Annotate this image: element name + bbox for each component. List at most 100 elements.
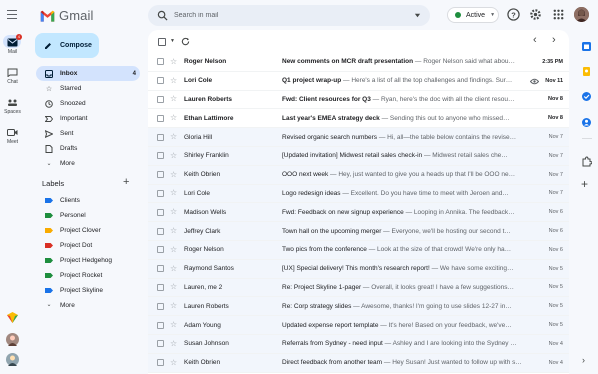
- status-selector[interactable]: Active ▼: [447, 7, 499, 23]
- row-checkbox[interactable]: [157, 114, 164, 122]
- star-toggle-icon[interactable]: ☆: [170, 208, 179, 216]
- star-toggle-icon[interactable]: ☆: [170, 189, 179, 197]
- mail-row[interactable]: ☆ Gloria Hill Revised organic search numbe…: [148, 128, 569, 147]
- mail-row[interactable]: ☆ Lauren Roberts Fwd: Client resources for…: [148, 90, 569, 110]
- rail-spaces[interactable]: Spaces: [0, 98, 25, 115]
- mail-row[interactable]: ☆ Raymond Santos [UX] Special delivery! Th…: [148, 259, 569, 279]
- rail-meet[interactable]: Meet: [0, 128, 25, 145]
- search-icon[interactable]: [157, 10, 168, 21]
- nav-more[interactable]: ⌄ More: [36, 156, 140, 171]
- row-checkbox[interactable]: [157, 227, 164, 235]
- star-toggle-icon[interactable]: ☆: [170, 151, 179, 160]
- mail-row[interactable]: ☆ Lori Cole Logo redesign ideas — Excellen…: [148, 184, 569, 204]
- mail-row[interactable]: ☆ Lauren, me 2 Re: Project Skyline 1-pager…: [148, 278, 569, 298]
- star-toggle-icon[interactable]: ☆: [170, 358, 179, 367]
- row-checkbox[interactable]: [157, 246, 164, 254]
- star-toggle-icon[interactable]: ☆: [170, 321, 179, 329]
- row-checkbox[interactable]: [157, 152, 164, 160]
- row-checkbox[interactable]: [157, 58, 164, 66]
- star-toggle-icon[interactable]: ☆: [170, 76, 179, 85]
- search-input[interactable]: [174, 12, 394, 19]
- workspace-app-icon[interactable]: [6, 311, 19, 324]
- row-checkbox[interactable]: [157, 133, 164, 141]
- mail-row[interactable]: ☆ Roger Nelson New comments on MCR draft p…: [148, 53, 569, 72]
- search-bar[interactable]: [148, 5, 430, 26]
- star-toggle-icon[interactable]: ☆: [170, 339, 179, 348]
- labels-more[interactable]: ⌄ More: [36, 298, 140, 313]
- nav-starred[interactable]: ☆ Starred: [36, 81, 140, 96]
- star-toggle-icon[interactable]: ☆: [170, 302, 179, 310]
- label-item-clients[interactable]: Clients: [36, 193, 140, 208]
- calendar-icon[interactable]: [581, 41, 592, 52]
- row-checkbox[interactable]: [157, 359, 164, 367]
- contacts-icon[interactable]: [581, 117, 592, 128]
- mail-row[interactable]: ☆ Ethan Lattimore Last year's EMEA strateg…: [148, 109, 569, 129]
- add-label-plus-icon[interactable]: +: [123, 177, 129, 188]
- settings-gear-icon[interactable]: [529, 8, 542, 21]
- hide-side-panel-chevron-icon[interactable]: ›: [582, 355, 585, 365]
- row-checkbox[interactable]: [157, 302, 164, 310]
- select-all-checkbox[interactable]: [158, 38, 166, 46]
- mail-row[interactable]: ☆ Madison Wells Fwd: Feedback on new signu…: [148, 203, 569, 223]
- star-toggle-icon[interactable]: ☆: [170, 227, 179, 235]
- get-addons-plus-icon[interactable]: +: [581, 178, 588, 190]
- mail-row[interactable]: ☆ Lauren Roberts Re: Corp strategy slides …: [148, 297, 569, 317]
- rail-chat[interactable]: Chat: [0, 68, 25, 85]
- row-checkbox[interactable]: [157, 208, 164, 216]
- row-checkbox[interactable]: [157, 321, 164, 329]
- row-checkbox[interactable]: [157, 340, 164, 348]
- apps-grid-icon[interactable]: [552, 8, 565, 21]
- mail-row[interactable]: ☆ Susan Johnson Referrals from Sydney - ne…: [148, 334, 569, 354]
- mail-row[interactable]: ☆ Lori Cole Q1 project wrap-up — Here's a …: [148, 71, 569, 91]
- label-item-project-dot[interactable]: Project Dot: [36, 238, 140, 253]
- snooze-icon[interactable]: [530, 78, 539, 85]
- mail-badge: 4: [15, 34, 22, 40]
- nav-sent[interactable]: Sent: [36, 126, 140, 141]
- row-checkbox[interactable]: [157, 283, 164, 291]
- mail-row[interactable]: ☆ Roger Nelson Two pics from the conferenc…: [148, 240, 569, 260]
- account-avatar[interactable]: [574, 7, 589, 22]
- compose-button[interactable]: Compose: [35, 33, 99, 58]
- label-item-personel[interactable]: Personel: [36, 208, 140, 223]
- nav-important[interactable]: Important: [36, 111, 140, 126]
- previous-page-icon[interactable]: ‹: [533, 34, 537, 46]
- mail-row[interactable]: ☆ Adam Young Updated expense report templa…: [148, 316, 569, 335]
- mail-row[interactable]: ☆ Jeffrey Clark Town hall on the upcoming …: [148, 222, 569, 241]
- star-toggle-icon[interactable]: ☆: [170, 57, 179, 66]
- main-menu-icon[interactable]: [7, 10, 17, 19]
- label-item-project-rocket[interactable]: Project Rocket: [36, 268, 140, 283]
- star-toggle-icon[interactable]: ☆: [170, 245, 179, 254]
- label-item-project-clover[interactable]: Project Clover: [36, 223, 140, 238]
- star-toggle-icon[interactable]: ☆: [170, 170, 179, 179]
- row-checkbox[interactable]: [157, 95, 164, 103]
- label-item-project-skyline[interactable]: Project Skyline: [36, 283, 140, 298]
- mail-row[interactable]: ☆ Shirley Franklin [Updated invitation] Mi…: [148, 146, 569, 166]
- star-toggle-icon[interactable]: ☆: [170, 114, 179, 122]
- mail-row[interactable]: ☆ Keith Obrien Direct feedback from anothe…: [148, 353, 569, 373]
- addons-puzzle-icon[interactable]: [581, 156, 592, 167]
- search-options-icon[interactable]: [414, 12, 421, 19]
- help-icon[interactable]: ?: [507, 8, 520, 21]
- gmail-logo[interactable]: Gmail: [40, 8, 93, 23]
- keep-icon[interactable]: [581, 66, 592, 77]
- star-toggle-icon[interactable]: ☆: [170, 283, 179, 291]
- tasks-icon[interactable]: [581, 91, 592, 102]
- label-item-project-hedgehog[interactable]: Project Hedgehog: [36, 253, 140, 268]
- star-toggle-icon[interactable]: ☆: [170, 133, 179, 141]
- nav-drafts[interactable]: Drafts: [36, 141, 140, 156]
- nav-inbox[interactable]: Inbox 4: [36, 66, 140, 81]
- row-checkbox[interactable]: [157, 265, 164, 273]
- nav-snoozed[interactable]: Snoozed: [36, 96, 140, 111]
- contact-avatar-1[interactable]: [6, 333, 19, 346]
- mail-row[interactable]: ☆ Keith Obrien OOO next week — Hey, just w…: [148, 165, 569, 185]
- rail-mail[interactable]: 4 Mail: [0, 34, 25, 55]
- select-options-chevron-icon[interactable]: ▼: [170, 38, 175, 44]
- star-toggle-icon[interactable]: ☆: [170, 95, 179, 103]
- refresh-icon[interactable]: [181, 37, 190, 46]
- row-checkbox[interactable]: [157, 171, 164, 179]
- row-checkbox[interactable]: [157, 189, 164, 197]
- star-toggle-icon[interactable]: ☆: [170, 264, 179, 273]
- next-page-icon[interactable]: ›: [552, 34, 556, 46]
- row-checkbox[interactable]: [157, 77, 164, 85]
- contact-avatar-2[interactable]: [6, 353, 19, 366]
